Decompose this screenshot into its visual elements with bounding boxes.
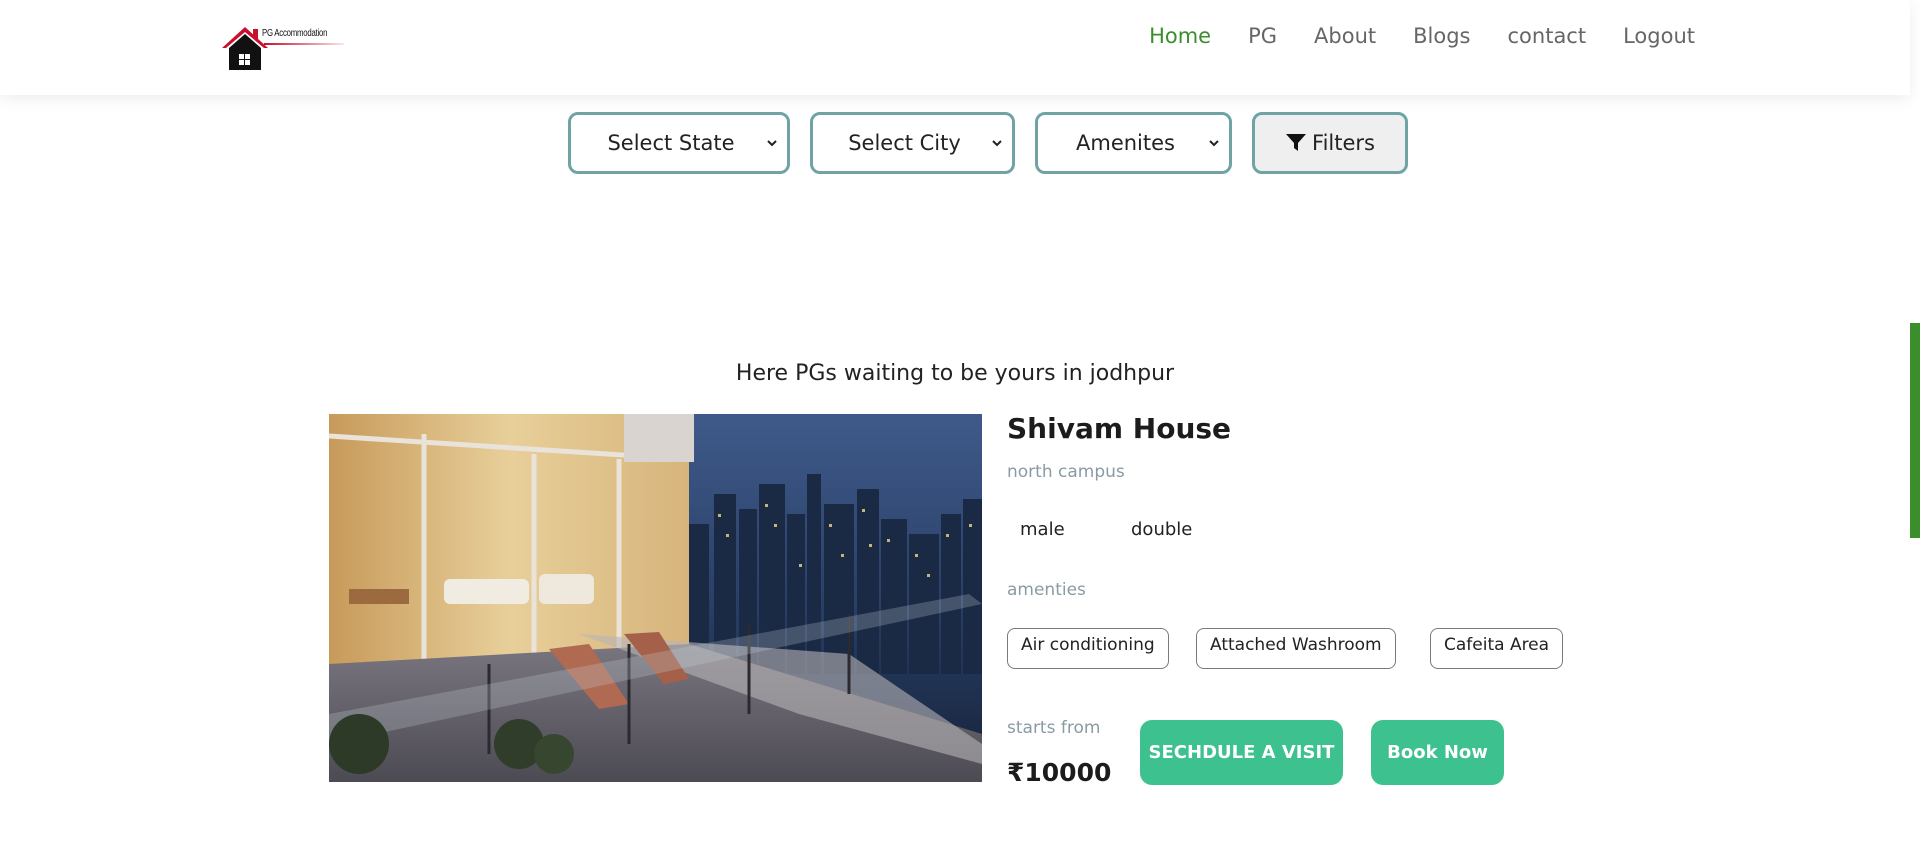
funnel-icon <box>1286 134 1307 151</box>
chevron-down-icon <box>767 140 777 147</box>
results-headline: Here PGs waiting to be yours in jodhpur <box>735 361 1175 386</box>
amenity-chip: Air conditioning <box>1007 628 1169 669</box>
amenity-chip: Attached Washroom <box>1196 628 1396 669</box>
navbar: PG Accommodation Home PG About Blogs con… <box>0 0 1910 95</box>
nav-pg-link[interactable]: PG <box>1248 24 1277 48</box>
chevron-down-icon <box>1209 140 1219 147</box>
nav-home-link[interactable]: Home <box>1149 24 1211 48</box>
amenities-select-label: Amenites <box>1076 131 1175 155</box>
city-select[interactable]: Select City <box>810 112 1015 174</box>
city-select-label: Select City <box>848 131 961 155</box>
nav-blogs-link[interactable]: Blogs <box>1413 24 1470 48</box>
nav-menu: Home PG About Blogs contact Logout <box>1112 24 1695 48</box>
chevron-down-icon <box>992 140 1002 147</box>
book-now-button[interactable]: Book Now <box>1371 720 1504 785</box>
pg-name: Shivam House <box>1007 412 1232 445</box>
sharing-tag: double <box>1131 519 1193 540</box>
filters-button-label: Filters <box>1312 131 1375 155</box>
gender-tag: male <box>1020 519 1065 540</box>
state-select-label: Select State <box>607 131 735 155</box>
brand-logo-text: PG Accommodation <box>262 28 328 39</box>
nav-about-link[interactable]: About <box>1314 24 1376 48</box>
side-accent-bar <box>1910 323 1920 538</box>
state-select[interactable]: Select State <box>568 112 790 174</box>
filter-bar: Select State Select City Amenites Filter… <box>568 112 1408 174</box>
pg-photo-image <box>329 414 982 782</box>
starts-from-label: starts from <box>1007 718 1101 738</box>
pg-location: north campus <box>1007 462 1125 482</box>
nav-logout-link[interactable]: Logout <box>1623 24 1695 48</box>
amenity-chip: Cafeita Area <box>1430 628 1564 669</box>
price: ₹10000 <box>1007 758 1112 787</box>
schedule-visit-button[interactable]: SECHDULE A VISIT <box>1140 720 1343 785</box>
amenities-title: amenties <box>1007 580 1086 600</box>
brand-logo[interactable]: PG Accommodation <box>220 22 345 72</box>
brand-logo-underline <box>264 43 344 45</box>
filters-button[interactable]: Filters <box>1252 112 1408 174</box>
amenities-select[interactable]: Amenites <box>1035 112 1232 174</box>
nav-contact-link[interactable]: contact <box>1508 24 1587 48</box>
pg-photo[interactable] <box>329 414 982 782</box>
